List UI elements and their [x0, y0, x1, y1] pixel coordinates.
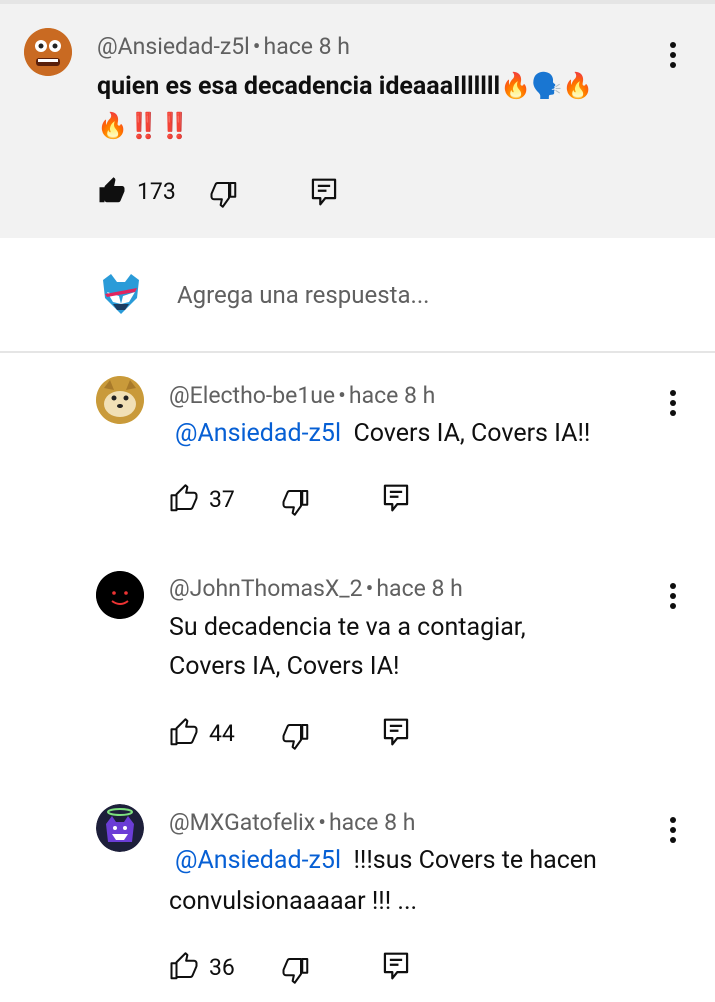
more-options-icon[interactable] [669, 42, 677, 72]
dislike-button[interactable] [281, 720, 311, 750]
comment-text-line2: 🔥‼️‼️ [97, 112, 191, 141]
reply-author[interactable]: @Electho-be1ue [169, 382, 335, 409]
comment-text-line1: quien es esa decadencia ideaaaIllllll🔥🗣️… [97, 72, 594, 101]
reply-text: @Ansiedad-z5l !!!sus Covers te hacen [175, 843, 597, 879]
more-options-icon[interactable] [669, 583, 677, 613]
thumb-down-icon [282, 490, 309, 516]
thumb-up-icon [170, 484, 198, 512]
meta-separator: • [252, 33, 261, 60]
mention-link[interactable]: @Ansiedad-z5l [175, 419, 341, 448]
more-options-icon[interactable] [669, 390, 677, 420]
reply-body: !!!sus Covers te hacen [353, 846, 597, 875]
mention-link[interactable]: @Ansiedad-z5l [175, 846, 341, 875]
reply-text-line1: Su decadencia te va a contagiar, [169, 613, 526, 642]
thumb-down-icon [282, 958, 309, 984]
reply-text-line2: convulsionaaaaar !!! ... [169, 887, 418, 916]
reply-button[interactable] [381, 716, 411, 748]
reply-text: @Ansiedad-z5l Covers IA, Covers IA!! [175, 416, 590, 452]
dislike-button[interactable] [281, 954, 311, 984]
section-divider [0, 351, 715, 353]
dislike-button[interactable] [281, 486, 311, 516]
avatar-electho[interactable] [96, 376, 144, 424]
comment-meta: @Ansiedad-z5l • hace 8 h [97, 33, 350, 60]
like-count: 173 [137, 177, 176, 205]
more-options-icon[interactable] [669, 817, 677, 847]
reply-time: hace 8 h [376, 575, 463, 602]
reply-text-line2: Covers IA, Covers IA! [169, 652, 400, 681]
reply-button[interactable] [381, 482, 411, 514]
add-reply-input[interactable]: Agrega una respuesta... [177, 281, 429, 309]
reply-meta: @Electho-be1ue • hace 8 h [169, 382, 435, 409]
reply-time: hace 8 h [348, 382, 436, 409]
reply-meta: @MXGatofelix • hace 8 h [169, 809, 415, 836]
meta-separator: • [338, 382, 346, 409]
reply-time: hace 8 h [328, 809, 416, 836]
dislike-button[interactable] [209, 178, 239, 208]
reply-meta: @JohnThomasX_2 • hace 8 h [169, 575, 463, 602]
reply-body: Covers IA, Covers IA!! [353, 419, 591, 448]
avatar-mxgatofelix[interactable] [96, 804, 144, 852]
comment-time: hace 8 h [263, 33, 350, 60]
like-count: 37 [209, 485, 235, 513]
comment-reply-icon [383, 484, 409, 512]
like-button[interactable]: 44 [169, 718, 235, 748]
like-count: 36 [209, 953, 235, 981]
thumb-up-filled-icon [99, 177, 125, 203]
thumb-up-icon [170, 718, 198, 746]
like-count: 44 [209, 719, 235, 747]
comment-reply-icon [383, 718, 409, 746]
like-button[interactable]: 37 [169, 484, 235, 514]
thumb-down-icon [282, 724, 309, 750]
comment-author[interactable]: @Ansiedad-z5l [97, 33, 250, 60]
avatar-johnthomas[interactable] [96, 571, 144, 619]
like-button[interactable]: 36 [169, 952, 235, 982]
like-button[interactable]: 173 [97, 176, 176, 206]
meta-separator: • [365, 575, 374, 602]
reply-author[interactable]: @JohnThomasX_2 [169, 575, 363, 602]
thumb-up-icon [170, 952, 198, 980]
avatar-ansiedad[interactable] [24, 28, 72, 76]
reply-button[interactable] [381, 950, 411, 982]
meta-separator: • [318, 809, 326, 836]
reply-button[interactable] [309, 176, 339, 208]
thumb-down-icon [210, 182, 237, 208]
reply-author[interactable]: @MXGatofelix [169, 809, 315, 836]
comment-reply-icon [383, 952, 409, 980]
comment-reply-icon [311, 178, 337, 206]
current-user-avatar [97, 270, 145, 318]
